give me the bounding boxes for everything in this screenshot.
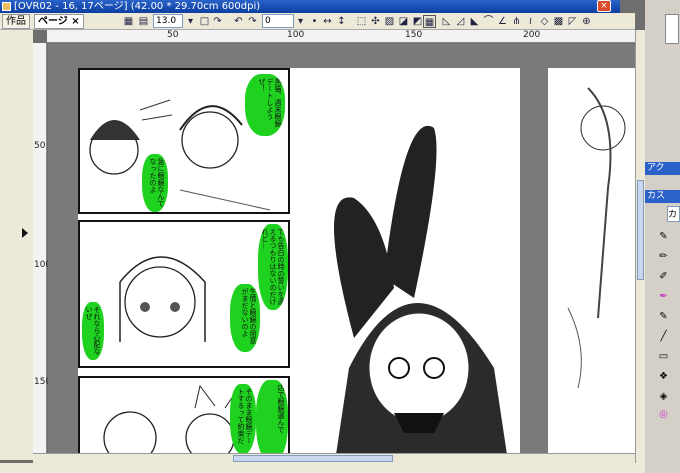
new-page-icon[interactable]: □ — [198, 15, 211, 28]
flip-horizontal-icon[interactable]: ↔ — [321, 15, 334, 28]
ruler-tick-label: 200 — [523, 30, 541, 40]
angle-icon[interactable]: ∠ — [496, 15, 509, 28]
rotation-dropdown-icon[interactable]: ▾ — [294, 15, 307, 28]
perspective-icon[interactable]: ◣ — [468, 15, 481, 28]
shape-icon[interactable]: ◇ — [538, 15, 551, 28]
ruler-tick-label: 100 — [287, 30, 305, 40]
ruler-tick-label: 50 — [167, 30, 179, 40]
rotation-field[interactable]: 0 — [262, 14, 294, 28]
dot-icon[interactable]: • — [308, 15, 321, 28]
tab-page[interactable]: ページ × — [34, 14, 84, 29]
ink-tool-icon[interactable]: ✎ — [657, 310, 670, 323]
tool-select-field[interactable]: カ — [667, 206, 680, 222]
collapse-arrow-icon[interactable] — [22, 228, 28, 238]
manga-panel: 店で眼鏡選んで そのまま眼鏡デートするって約束だ — [78, 376, 290, 453]
select-frame-icon[interactable]: ⬚ — [355, 15, 368, 28]
tone-icon[interactable]: ▩ — [552, 15, 565, 28]
tab-page-label: ページ — [38, 16, 68, 27]
horizontal-scrollbar[interactable] — [33, 453, 635, 463]
triangle-ruler-icon[interactable]: ◿ — [454, 15, 467, 28]
window-title-bar: [OVR02 - 16, 17ページ] (42.00 * 29.70cm 600… — [0, 0, 620, 13]
pen-tool-icon[interactable]: ✎ — [657, 230, 670, 243]
speech-bubble: 店で眼鏡選んで — [256, 380, 288, 453]
speech-bubble: 急に眼鏡なんてなったのよ — [142, 154, 168, 212]
wave-icon[interactable]: ≀ — [524, 15, 537, 28]
curve-ruler-icon[interactable]: ⌒ — [482, 15, 495, 28]
grid-toggle-icon[interactable]: ▦ — [423, 15, 436, 28]
ruler-icon[interactable]: ◺ — [440, 15, 453, 28]
target-tool-icon[interactable]: ◎ — [657, 408, 670, 421]
palette-preview — [665, 14, 679, 44]
speech-bubble: 生憎と眼鏡の用意がまだないのよ — [230, 284, 260, 352]
corner-icon[interactable]: ◸ — [566, 15, 579, 28]
vertical-scroll-thumb[interactable] — [637, 180, 644, 280]
next-page-artwork — [567, 87, 626, 389]
manga-page: 黒猫、週末眼鏡デートしようぜ！ 急に眼鏡なんてなったのよ でも告白の時の誓いを違… — [78, 68, 520, 453]
symmetry-icon[interactable]: ⋔ — [510, 15, 523, 28]
rotate-right-icon[interactable]: ↷ — [246, 15, 259, 28]
drawing-canvas[interactable]: 黒猫、週末眼鏡デートしようぜ！ 急に眼鏡なんてなったのよ でも告白の時の誓いを違… — [48, 44, 635, 453]
airbrush-tool-icon[interactable]: ❖ — [657, 370, 670, 383]
brush-size-field[interactable]: 13.0 — [153, 14, 183, 28]
grid-icon[interactable]: ▤ — [137, 15, 150, 28]
speech-bubble: そのまま眼鏡デートするって約束だ — [230, 384, 256, 453]
manga-panel: 黒猫、週末眼鏡デートしようぜ！ 急に眼鏡なんてなったのよ — [78, 68, 290, 214]
vertical-scrollbar[interactable] — [635, 30, 645, 463]
speech-bubble: 黒猫、週末眼鏡デートしようぜ！ — [245, 74, 285, 136]
fill-tool-icon[interactable]: ◈ — [657, 390, 670, 403]
speech-bubble: でも告白の時の誓いを違えるつもりはないのだけれど… — [258, 224, 288, 310]
bunny-girl-illustration — [334, 125, 507, 453]
left-dock — [0, 30, 33, 460]
ruler-tick-label: 150 — [405, 30, 423, 40]
close-button[interactable]: × — [597, 0, 611, 12]
marker-tool-icon[interactable]: ✐ — [657, 270, 670, 283]
toolbar: 作品 ページ × ▦ ▤ 13.0 ▾ □ ↷ ↶ ↷ 0 ▾ • ↔ ↕ ⬚ … — [0, 13, 635, 30]
status-bar — [0, 463, 645, 473]
horizontal-ruler: 50 100 150 200 — [47, 30, 635, 43]
page-setup-icon[interactable]: ▦ — [122, 15, 135, 28]
tool-palette-panel: アク カス カ ✎ ✏ ✐ ✒ ✎ ╱ ▭ ❖ ◈ ◎ — [645, 0, 680, 473]
manga-panel: でも告白の時の誓いを違えるつもりはないのだけれど… 生憎と眼鏡の用意がまだないの… — [78, 220, 290, 368]
ruler-tick-label: 50 — [34, 141, 46, 151]
horizontal-scroll-thumb[interactable] — [233, 455, 393, 462]
image-icon[interactable]: ▨ — [383, 15, 396, 28]
custom-tools-header[interactable]: カス — [645, 190, 680, 203]
tab-close-icon[interactable]: × — [71, 16, 79, 27]
brush-tool-icon[interactable]: ✒ — [657, 290, 670, 303]
zoom-icon[interactable]: ⊕ — [580, 15, 593, 28]
eraser-tool-icon[interactable]: ▭ — [657, 350, 670, 363]
tab-works[interactable]: 作品 — [2, 14, 30, 29]
manga-page-next — [548, 68, 635, 453]
dropdown-icon[interactable]: ▾ — [184, 15, 197, 28]
line-tool-icon[interactable]: ╱ — [657, 330, 670, 343]
redo-page-icon[interactable]: ↷ — [211, 15, 224, 28]
speech-bubble: それなら心配ないぜ — [82, 302, 104, 360]
vertical-ruler: 50 100 150 — [33, 43, 51, 453]
app-icon — [2, 2, 11, 11]
pencil-tool-icon[interactable]: ✏ — [657, 250, 670, 263]
action-panel-header[interactable]: アク — [645, 162, 680, 175]
layer-icon[interactable]: ◪ — [397, 15, 410, 28]
transform-icon[interactable]: ✣ — [369, 15, 382, 28]
flip-vertical-icon[interactable]: ↕ — [335, 15, 348, 28]
rotate-left-icon[interactable]: ↶ — [232, 15, 245, 28]
